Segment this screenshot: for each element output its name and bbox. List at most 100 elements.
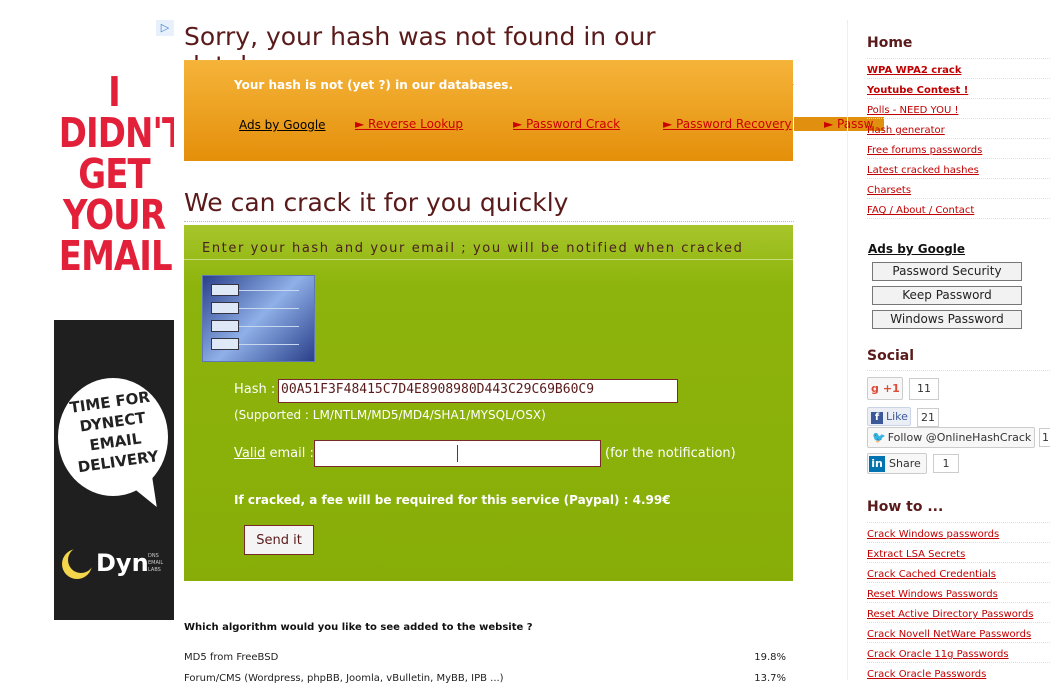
- howto-heading: How to ...: [867, 499, 944, 515]
- sidebar-link-polls[interactable]: Polls - NEED YOU !: [867, 105, 958, 116]
- divider: [867, 178, 1050, 179]
- adchoices-icon[interactable]: ▷: [156, 20, 174, 36]
- server-rack-image: [202, 275, 315, 362]
- social-heading: Social: [867, 348, 915, 364]
- twitter-bird-icon: 🐦: [872, 431, 886, 444]
- ad-headline-line: GET: [78, 150, 150, 198]
- divider: [867, 158, 1050, 159]
- dyn-logo: Dyn DNS EMAIL LABS: [60, 545, 170, 585]
- divider: [867, 218, 1050, 219]
- sidebar-separator: [847, 20, 848, 680]
- sidebar-ads-by-google[interactable]: Ads by Google: [868, 242, 965, 256]
- divider: [867, 542, 1050, 543]
- sidebar-link-latest-cracked[interactable]: Latest cracked hashes: [867, 165, 979, 176]
- facebook-like-label: Like: [886, 410, 908, 423]
- ad-headline-line: EMAIL.: [58, 232, 174, 280]
- valid-link[interactable]: Valid: [234, 446, 265, 461]
- howto-link-oracle[interactable]: Crack Oracle Passwords: [867, 669, 986, 680]
- linkedin-share-button[interactable]: in Share: [867, 453, 927, 474]
- left-banner-ad[interactable]: ▷ I DIDN'T GET YOUR EMAIL. TIME FOR DYNE…: [54, 20, 174, 620]
- dyn-subtitle-line: DNS: [148, 553, 159, 559]
- poll-option-label: MD5 from FreeBSD: [184, 652, 279, 663]
- divider: [867, 198, 1050, 199]
- fee-notice: If cracked, a fee will be required for t…: [234, 493, 671, 507]
- speech-bubble-text: TIME FOR DYNECT EMAIL DELIVERY: [55, 385, 173, 479]
- not-found-message: Your hash is not (yet ?) in our database…: [234, 78, 513, 92]
- sidebar-link-wpa[interactable]: WPA WPA2 crack: [867, 65, 961, 76]
- sidebar-link-free-forums[interactable]: Free forums passwords: [867, 145, 982, 156]
- ad-link-password-recovery[interactable]: ► Password Recovery: [663, 117, 792, 131]
- ad-link-passw[interactable]: ► Passw: [794, 117, 873, 131]
- divider: [867, 642, 1050, 643]
- crack-form-box: Enter your hash and your email ; you wil…: [184, 225, 793, 581]
- ad-headline-line: YOUR: [62, 191, 166, 239]
- poll-question: Which algorithm would you like to see ad…: [184, 622, 533, 633]
- rack-unit: [211, 302, 239, 314]
- sidebar-link-faq[interactable]: FAQ / About / Contact: [867, 205, 974, 216]
- linkedin-count: 1: [933, 454, 959, 473]
- divider: [867, 522, 1050, 523]
- divider: [867, 602, 1050, 603]
- email-input[interactable]: [314, 440, 601, 467]
- ad-headline-line: DIDN'T: [58, 109, 174, 157]
- rack-line: [239, 344, 299, 345]
- dyn-subtitle-line: EMAIL: [148, 560, 164, 566]
- sidebar-link-hash-generator[interactable]: Hash generator: [867, 125, 945, 136]
- poll-row[interactable]: MD5 from FreeBSD 19.8%: [184, 652, 786, 663]
- ad-button-keep-password[interactable]: Keep Password: [872, 286, 1022, 305]
- rack-line: [239, 290, 299, 291]
- rack-line: [239, 308, 299, 309]
- facebook-count: 21: [917, 408, 939, 427]
- dyn-moon-icon: [62, 547, 94, 579]
- text-cursor: [457, 445, 458, 462]
- notification-note: (for the notification): [605, 446, 736, 461]
- sidebar-link-charsets[interactable]: Charsets: [867, 185, 911, 196]
- divider: [867, 582, 1050, 583]
- hash-label: Hash :: [234, 382, 276, 397]
- ad-link-password-crack[interactable]: ► Password Crack: [513, 117, 620, 131]
- home-heading: Home: [867, 35, 913, 51]
- linkedin-share-label: Share: [889, 457, 921, 470]
- dyn-subtitle-line: LABS: [148, 567, 161, 573]
- twitter-follow-button[interactable]: 🐦 Follow @OnlineHashCrack: [867, 427, 1035, 448]
- linkedin-icon: in: [869, 456, 885, 472]
- email-label-text: email :: [265, 446, 314, 461]
- enter-instructions: Enter your hash and your email ; you wil…: [202, 241, 744, 256]
- not-found-box: Your hash is not (yet ?) in our database…: [184, 60, 793, 161]
- howto-link-oracle-11g[interactable]: Crack Oracle 11g Passwords: [867, 649, 1009, 660]
- ads-by-google-link[interactable]: Ads by Google: [239, 118, 326, 132]
- hash-input[interactable]: 00A51F3F48415C7D4E8908980D443C29C69B60C9: [278, 379, 678, 403]
- divider: [867, 118, 1050, 119]
- rack-line: [239, 326, 299, 327]
- howto-link-reset-windows[interactable]: Reset Windows Passwords: [867, 589, 998, 600]
- google-plus-icon: g: [871, 382, 879, 395]
- ad-headline: I DIDN'T GET YOUR EMAIL.: [58, 68, 174, 280]
- divider: [867, 98, 1050, 99]
- sidebar-link-youtube-contest[interactable]: Youtube Contest !: [867, 85, 968, 96]
- divider: [867, 78, 1050, 79]
- howto-link-novell[interactable]: Crack Novell NetWare Passwords: [867, 629, 1031, 640]
- google-plus-button[interactable]: g +1: [867, 377, 903, 400]
- dyn-subtitle: DNS EMAIL LABS: [148, 553, 163, 574]
- crack-section-title: We can crack it for you quickly: [184, 188, 794, 222]
- twitter-count: 1: [1039, 428, 1050, 447]
- supported-algorithms: (Supported : LM/NTLM/MD5/MD4/SHA1/MYSQL/…: [234, 408, 546, 422]
- howto-link-extract-lsa[interactable]: Extract LSA Secrets: [867, 549, 965, 560]
- facebook-like-button[interactable]: f Like: [867, 407, 911, 426]
- rack-unit: [211, 284, 239, 296]
- divider: [867, 370, 1050, 371]
- howto-link-reset-ad[interactable]: Reset Active Directory Passwords: [867, 609, 1033, 620]
- divider: [867, 138, 1050, 139]
- rack-unit: [211, 320, 239, 332]
- ad-link-reverse-lookup[interactable]: ► Reverse Lookup: [355, 117, 463, 131]
- divider: [867, 662, 1050, 663]
- divider: [867, 562, 1050, 563]
- dyn-brand-name: Dyn: [96, 549, 149, 577]
- ad-button-windows-password[interactable]: Windows Password: [872, 310, 1022, 329]
- ad-headline-line: I: [108, 68, 121, 116]
- howto-link-crack-windows[interactable]: Crack Windows passwords: [867, 529, 999, 540]
- howto-link-cached-credentials[interactable]: Crack Cached Credentials: [867, 569, 996, 580]
- send-button[interactable]: Send it: [244, 525, 314, 555]
- ad-button-password-security[interactable]: Password Security: [872, 262, 1022, 281]
- divider: [867, 622, 1050, 623]
